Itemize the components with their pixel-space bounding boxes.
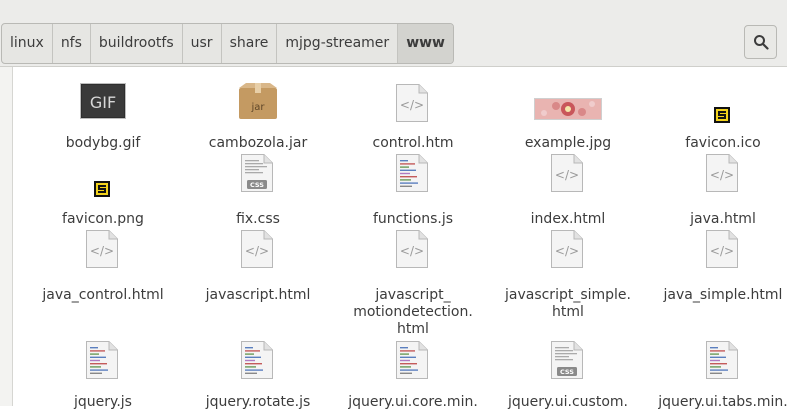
file-item[interactable]: GIF bodybg.gif [25,77,181,157]
breadcrumb-item-buildrootfs[interactable]: buildrootfs [91,24,183,63]
file-name: jquery.rotate.js [205,394,311,410]
image-thumbnail-icon [490,77,646,139]
gif-icon: GIF [25,77,181,139]
html-icon: </> [645,229,787,291]
sidebar-edge [0,67,13,406]
file-item[interactable]: CSS fix.css [180,153,336,233]
file-name: javascript_ motiondetection. html [353,287,473,337]
html-icon: </> [335,229,491,291]
file-name: javascript_simple. html [504,287,631,320]
file-name: favicon.ico [685,135,761,151]
file-name: javascript.html [205,287,311,303]
file-item[interactable]: </> javascript_ motiondetection. html [335,229,491,337]
svg-text:</>: </> [400,98,424,112]
html-icon: </> [25,229,181,291]
search-icon [754,35,769,50]
html-icon: </> [335,77,491,139]
javascript-icon [25,340,181,402]
html-icon: </> [490,153,646,215]
file-item[interactable]: favicon.ico [645,77,787,157]
html-icon: </> [490,229,646,291]
svg-text:</>: </> [90,244,114,258]
file-item[interactable]: jquery.ui.core.min. [335,340,491,420]
file-item[interactable]: functions.js [335,153,491,233]
jar-icon: jar [180,77,336,139]
javascript-icon [645,340,787,402]
svg-text:</>: </> [245,244,269,258]
file-name: java.html [690,211,756,227]
svg-text:</>: </> [555,244,579,258]
file-item[interactable]: </> java_simple.html [645,229,787,329]
file-item[interactable]: jar cambozola.jar [180,77,336,157]
file-item[interactable]: jquery.rotate.js [180,340,336,420]
file-name: jquery.ui.core.min. [348,394,478,410]
file-item[interactable]: </> java_control.html [25,229,181,329]
file-name: jquery.ui.custom. [508,394,628,410]
file-item[interactable]: </> java.html [645,153,787,233]
css-icon: CSS [490,340,646,402]
file-name: cambozola.jar [208,135,308,151]
file-item[interactable]: example.jpg [490,77,646,157]
favicon-icon [645,77,787,139]
file-name: functions.js [372,211,454,227]
svg-text:</>: </> [400,244,424,258]
javascript-icon [335,340,491,402]
file-item[interactable]: </> control.htm [335,77,491,157]
file-item[interactable]: </> index.html [490,153,646,233]
file-item[interactable]: jquery.js [25,340,181,420]
javascript-icon [180,340,336,402]
file-item[interactable]: favicon.png [25,153,181,233]
svg-text:</>: </> [710,168,734,182]
file-name: example.jpg [524,135,612,151]
file-name: java_control.html [42,287,164,303]
favicon-icon [25,153,181,215]
file-item[interactable]: </> javascript_simple. html [490,229,646,329]
svg-text:GIF: GIF [90,93,116,112]
breadcrumb-item-usr[interactable]: usr [183,24,222,63]
breadcrumb-item-www[interactable]: www [398,24,453,63]
file-name: bodybg.gif [65,135,141,151]
svg-text:</>: </> [555,168,579,182]
toolbar: linux nfs buildrootfs usr share mjpg-streamer… [0,0,787,67]
svg-text:jar: jar [250,102,265,113]
javascript-icon [335,153,491,215]
file-name: control.htm [372,135,454,151]
file-name: java_simple.html [663,287,783,303]
file-item[interactable]: </> javascript.html [180,229,336,329]
svg-text:CSS: CSS [250,181,264,189]
breadcrumb-item-nfs[interactable]: nfs [53,24,91,63]
file-name: jquery.ui.tabs.min. [658,394,787,410]
file-name: jquery.js [74,394,132,410]
svg-text:CSS: CSS [560,368,574,376]
html-icon: </> [180,229,336,291]
file-name: favicon.png [62,211,144,227]
breadcrumb-item-share[interactable]: share [222,24,278,63]
search-button[interactable] [744,25,777,59]
breadcrumb-item-mjpg-streamer[interactable]: mjpg-streamer [277,24,399,63]
file-item[interactable]: jquery.ui.tabs.min. [645,340,787,420]
css-icon: CSS [180,153,336,215]
file-name: fix.css [236,211,280,227]
file-grid: GIF bodybg.gif jar cambozola.jar </> control.… [25,67,787,410]
svg-text:</>: </> [710,244,734,258]
breadcrumb: linux nfs buildrootfs usr share mjpg-streamer… [1,23,454,64]
file-name: index.html [530,211,606,227]
file-item[interactable]: CSS jquery.ui.custom. [490,340,646,420]
breadcrumb-item-linux[interactable]: linux [2,24,53,63]
html-icon: </> [645,153,787,215]
